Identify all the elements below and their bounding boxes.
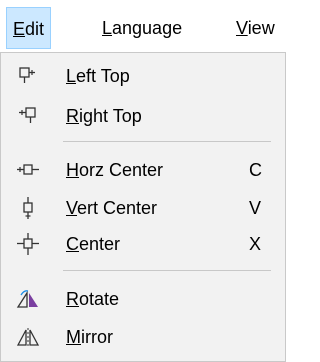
menu-item-horz-center[interactable]: Horz Center C bbox=[1, 153, 287, 187]
menu-item-vert-center[interactable]: Vert Center V bbox=[1, 191, 287, 225]
menu-item-label: Center bbox=[66, 234, 121, 254]
menu-separator bbox=[63, 270, 271, 271]
menu-item-right-top[interactable]: Right Top bbox=[1, 99, 287, 133]
align-right-top-icon bbox=[15, 104, 41, 128]
menu-edit-mnemonic: E bbox=[13, 19, 26, 39]
menu-item-label: Right Top bbox=[66, 106, 142, 126]
menu-item-mirror[interactable]: Mirror bbox=[1, 320, 287, 354]
menu-edit[interactable]: Edit bbox=[6, 7, 52, 49]
menu-view[interactable]: View bbox=[230, 7, 281, 49]
menu-language-label: anguage bbox=[112, 18, 183, 38]
center-icon bbox=[15, 232, 41, 256]
menu-bar: Edit Language View bbox=[0, 0, 304, 56]
shortcut-key: X bbox=[249, 234, 262, 254]
menu-item-left-top[interactable]: Left Top bbox=[1, 59, 287, 93]
shortcut-key: C bbox=[249, 160, 262, 180]
align-left-top-icon bbox=[15, 64, 41, 88]
background-window-edge bbox=[287, 52, 304, 360]
menu-separator bbox=[63, 141, 271, 142]
mirror-icon bbox=[15, 325, 41, 349]
menu-item-label: Left Top bbox=[66, 66, 130, 86]
menu-item-center[interactable]: Center X bbox=[1, 227, 287, 261]
menu-item-label: Vert Center bbox=[66, 198, 158, 218]
menu-view-label: iew bbox=[247, 18, 275, 38]
menu-language-mnemonic: L bbox=[102, 18, 113, 38]
menu-edit-label: dit bbox=[25, 19, 45, 39]
vertical-center-icon bbox=[15, 196, 41, 220]
menu-language[interactable]: Language bbox=[96, 7, 188, 49]
horizontal-center-icon bbox=[15, 158, 41, 182]
menu-item-label: Horz Center bbox=[66, 160, 164, 180]
menu-view-mnemonic: V bbox=[236, 18, 248, 38]
menu-item-label: Mirror bbox=[66, 327, 113, 347]
menu-item-rotate[interactable]: Rotate bbox=[1, 282, 287, 316]
edit-dropdown-menu: Left Top Right Top Horz Center C Vert Ce… bbox=[0, 52, 286, 362]
rotate-icon bbox=[15, 287, 41, 311]
menu-item-label: Rotate bbox=[66, 289, 120, 309]
shortcut-key: V bbox=[249, 198, 262, 218]
